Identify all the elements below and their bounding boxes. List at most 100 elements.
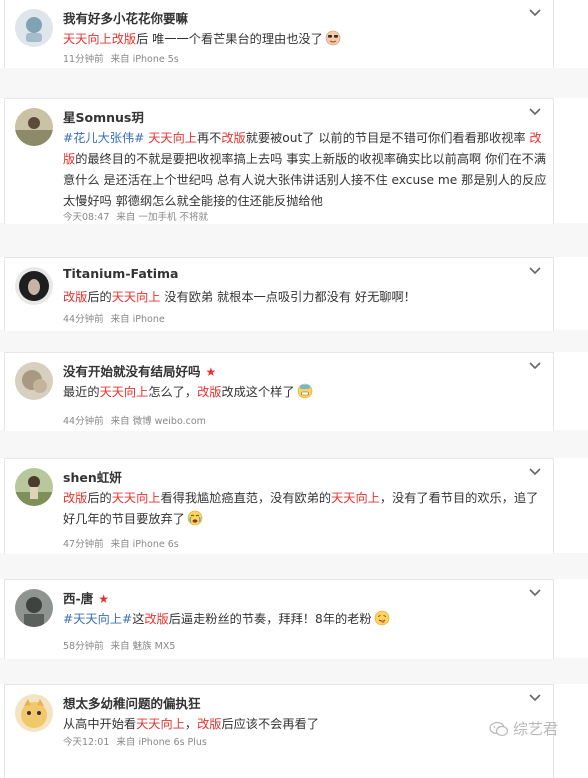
text-segment: 最近的 bbox=[63, 385, 100, 399]
comment-feed: 我有好多小花花你要嘛 天天向上改版后 唯一一个看芒果台的理由也没了 11分钟前 … bbox=[0, 0, 588, 778]
username[interactable]: 没有开始就没有结局好吗 ★ bbox=[63, 361, 216, 380]
member-star-icon: ★ bbox=[205, 365, 217, 379]
timestamp: 47分钟前 bbox=[63, 539, 104, 550]
text-segment: 后逼走粉丝的节奏，拜拜！8年的老粉 bbox=[168, 612, 372, 626]
avatar[interactable] bbox=[15, 694, 53, 732]
chevron-down-icon[interactable] bbox=[527, 586, 543, 600]
timestamp: 44分钟前 bbox=[63, 314, 104, 325]
username[interactable]: 想太多幼稚问题的偏执狂 bbox=[63, 693, 201, 712]
keyword-highlight[interactable]: 天天向上 bbox=[100, 385, 149, 399]
keyword-highlight[interactable]: 天天向上 bbox=[148, 131, 197, 145]
comment-text: #花儿大张伟# 天天向上再不改版就要被out了 以前的节目是不错可你们看看那收视… bbox=[63, 128, 549, 212]
comment-meta: 44分钟前 来自 iPhone bbox=[63, 311, 165, 325]
avatar[interactable] bbox=[15, 267, 53, 305]
keyword-highlight[interactable]: 改版 bbox=[197, 385, 221, 399]
comment-text: 天天向上改版后 唯一一个看芒果台的理由也没了 bbox=[63, 29, 549, 50]
comment-card: Titanium-Fatima 改版后的天天向上 没有欧弟 就根本一点吸引力都没… bbox=[4, 257, 554, 331]
member-star-icon: ★ bbox=[98, 592, 109, 606]
username-text[interactable]: 没有开始就没有结局好吗 bbox=[63, 364, 201, 379]
source[interactable]: 来自 iPhone bbox=[111, 314, 165, 325]
source[interactable]: 来自 iPhone 6s bbox=[111, 539, 179, 550]
comment-meta: 47分钟前 来自 iPhone 6s bbox=[63, 536, 179, 550]
crying-face-icon bbox=[187, 510, 203, 526]
comment-card: 没有开始就没有结局好吗 ★ 最近的天天向上怎么了，改版改成这个样了 44分钟前 来… bbox=[4, 352, 554, 431]
keyword-highlight[interactable]: 天天向上改版 bbox=[63, 32, 136, 46]
chevron-down-icon[interactable] bbox=[527, 105, 543, 119]
chevron-down-icon[interactable] bbox=[527, 691, 543, 705]
comment-text: 最近的天天向上怎么了，改版改成这个样了 bbox=[63, 382, 549, 403]
text-segment: 从高中开始看 bbox=[63, 717, 137, 731]
avatar[interactable] bbox=[15, 468, 53, 506]
comment-card: 我有好多小花花你要嘛 天天向上改版后 唯一一个看芒果台的理由也没了 11分钟前 … bbox=[4, 0, 554, 68]
card-gap bbox=[0, 553, 588, 579]
keyword-highlight[interactable]: 改版 bbox=[197, 717, 221, 731]
chevron-down-icon[interactable] bbox=[527, 359, 543, 373]
text-segment: ， bbox=[184, 717, 198, 731]
comment-text: 改版后的天天向上 没有欧弟 就根本一点吸引力都没有 好无聊啊！ bbox=[63, 287, 549, 308]
text-segment: 后的 bbox=[87, 290, 112, 304]
avatar[interactable] bbox=[15, 9, 53, 47]
username-text[interactable]: 西-唐 bbox=[63, 591, 93, 606]
avatar[interactable] bbox=[15, 589, 53, 627]
text-segment: 看得我尴尬癌直范，没有欧弟的 bbox=[160, 491, 332, 505]
keyword-highlight[interactable]: 改版 bbox=[144, 612, 168, 626]
text-segment: 没有欧弟 就根本一点吸引力都没有 好无聊啊！ bbox=[160, 290, 416, 304]
keyword-highlight[interactable]: 天天向上 bbox=[331, 491, 380, 505]
hashtag-link[interactable]: #天天向上# bbox=[63, 612, 132, 626]
keyword-highlight[interactable]: 天天向上 bbox=[112, 290, 161, 304]
keyword-highlight[interactable]: 天天向上 bbox=[112, 491, 161, 505]
sunglasses-face-icon bbox=[325, 30, 341, 46]
timestamp: 58分钟前 bbox=[63, 641, 104, 652]
wechat-icon bbox=[489, 721, 509, 737]
text-segment: 改成这个样了 bbox=[221, 385, 295, 399]
text-segment: 后应该不会再看了 bbox=[221, 717, 319, 731]
card-gap bbox=[0, 223, 588, 257]
comment-text: 从高中开始看天天向上，改版后应该不会再看了 bbox=[63, 714, 549, 735]
tongue-face-icon bbox=[374, 610, 390, 626]
text-segment: 再不 bbox=[197, 131, 222, 145]
comment-card: 星Somnus玥 #花儿大张伟# 天天向上再不改版就要被out了 以前的节目是不… bbox=[4, 98, 554, 224]
comment-card: 西-唐 ★ #天天向上#这改版后逼走粉丝的节奏，拜拜！8年的老粉 58分钟前 来自… bbox=[4, 579, 554, 659]
username[interactable]: 星Somnus玥 bbox=[63, 107, 144, 126]
keyword-highlight[interactable]: 改版 bbox=[63, 290, 87, 304]
keyword-highlight[interactable]: 天天向上 bbox=[136, 717, 185, 731]
comment-text: 改版后的天天向上看得我尴尬癌直范，没有欧弟的天天向上，没有了看节目的欢乐，追了好… bbox=[63, 488, 549, 530]
timestamp: 44分钟前 bbox=[63, 416, 104, 427]
timestamp: 11分钟前 bbox=[63, 54, 104, 65]
watermark-text: 综艺君 bbox=[512, 720, 558, 738]
chevron-down-icon[interactable] bbox=[527, 465, 543, 479]
username[interactable]: 我有好多小花花你要嘛 bbox=[63, 8, 188, 27]
text-segment: 怎么了， bbox=[148, 385, 198, 399]
username[interactable]: Titanium-Fatima bbox=[63, 266, 178, 281]
timestamp: 今天12:01 bbox=[63, 737, 110, 748]
comment-meta: 58分钟前 来自 魅族 MX5 bbox=[63, 638, 175, 652]
keyword-highlight[interactable]: 改版 bbox=[221, 131, 245, 145]
keyword-highlight[interactable]: 改版 bbox=[63, 491, 87, 505]
cold-sweat-face-icon bbox=[297, 383, 313, 399]
watermark: 综艺君 bbox=[489, 718, 558, 739]
source[interactable]: 来自 iPhone 6s Plus bbox=[116, 737, 206, 748]
avatar[interactable] bbox=[15, 108, 53, 146]
source[interactable]: 来自 一加手机 不将就 bbox=[116, 212, 208, 223]
comment-text: #天天向上#这改版后逼走粉丝的节奏，拜拜！8年的老粉 bbox=[63, 609, 549, 630]
source[interactable]: 来自 iPhone 5s bbox=[111, 54, 179, 65]
card-gap bbox=[0, 430, 588, 458]
comment-meta: 今天12:01 来自 iPhone 6s Plus bbox=[63, 734, 207, 748]
username[interactable]: shen虹妍 bbox=[63, 467, 122, 486]
text-segment: 后的 bbox=[87, 491, 112, 505]
hashtag-link[interactable]: #花儿大张伟# bbox=[63, 131, 144, 145]
comment-meta: 11分钟前 来自 iPhone 5s bbox=[63, 51, 179, 65]
comment-card: shen虹妍 改版后的天天向上看得我尴尬癌直范，没有欧弟的天天向上，没有了看节目… bbox=[4, 458, 554, 554]
text-segment: 后 唯一一个看芒果台的理由也没了 bbox=[136, 32, 323, 46]
source[interactable]: 来自 魅族 MX5 bbox=[111, 641, 176, 652]
text-segment: 的最终目的不就是要把收视率搞上去吗 事实上新版的收视率确实比以前高啊 你们在不满… bbox=[63, 152, 547, 208]
comment-card: 想太多幼稚问题的偏执狂 从高中开始看天天向上，改版后应该不会再看了 今天12:0… bbox=[4, 684, 554, 778]
username[interactable]: 西-唐 ★ bbox=[63, 588, 109, 607]
timestamp: 今天08:47 bbox=[63, 212, 110, 223]
text-segment: 这 bbox=[132, 612, 145, 626]
chevron-down-icon[interactable] bbox=[527, 264, 543, 278]
avatar[interactable] bbox=[15, 362, 53, 400]
source[interactable]: 来自 微博 weibo.com bbox=[111, 416, 206, 427]
card-gap bbox=[0, 658, 588, 684]
chevron-down-icon[interactable] bbox=[527, 6, 543, 20]
